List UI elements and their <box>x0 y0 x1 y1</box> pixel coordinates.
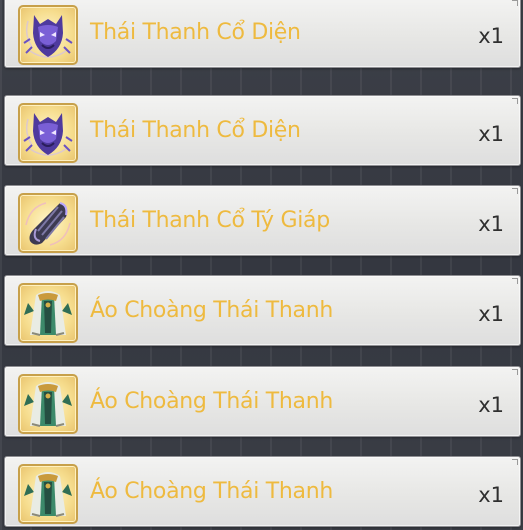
reward-item-row[interactable]: Áo Choàng Thái Thanh x1 <box>4 456 521 527</box>
mask-icon[interactable] <box>18 103 78 163</box>
item-name: Áo Choàng Thái Thanh <box>90 479 333 504</box>
reward-item-row[interactable]: Thái Thanh Cổ Diện x1 <box>4 0 521 68</box>
reward-item-row[interactable]: Áo Choàng Thái Thanh x1 <box>4 366 521 437</box>
cloak-icon[interactable] <box>18 464 78 524</box>
reward-item-list: Thái Thanh Cổ Diện x1 Thái Thanh Cổ Diện… <box>0 0 523 530</box>
cloak-icon[interactable] <box>18 283 78 343</box>
reward-item-row[interactable]: Áo Choàng Thái Thanh x1 <box>4 275 521 346</box>
item-quantity: x1 <box>478 122 504 146</box>
item-name: Thái Thanh Cổ Diện <box>90 118 301 143</box>
armguard-icon[interactable] <box>18 193 78 253</box>
item-name: Áo Choàng Thái Thanh <box>90 298 333 323</box>
reward-item-row[interactable]: Thái Thanh Cổ Tý Giáp x1 <box>4 185 521 256</box>
item-quantity: x1 <box>478 302 504 326</box>
item-name: Thái Thanh Cổ Diện <box>90 20 301 45</box>
cloak-icon[interactable] <box>18 374 78 434</box>
item-quantity: x1 <box>478 24 504 48</box>
item-quantity: x1 <box>478 393 504 417</box>
mask-icon[interactable] <box>18 5 78 65</box>
item-name: Thái Thanh Cổ Tý Giáp <box>90 208 330 233</box>
item-quantity: x1 <box>478 212 504 236</box>
item-quantity: x1 <box>478 483 504 507</box>
reward-item-row[interactable]: Thái Thanh Cổ Diện x1 <box>4 95 521 166</box>
item-name: Áo Choàng Thái Thanh <box>90 389 333 414</box>
